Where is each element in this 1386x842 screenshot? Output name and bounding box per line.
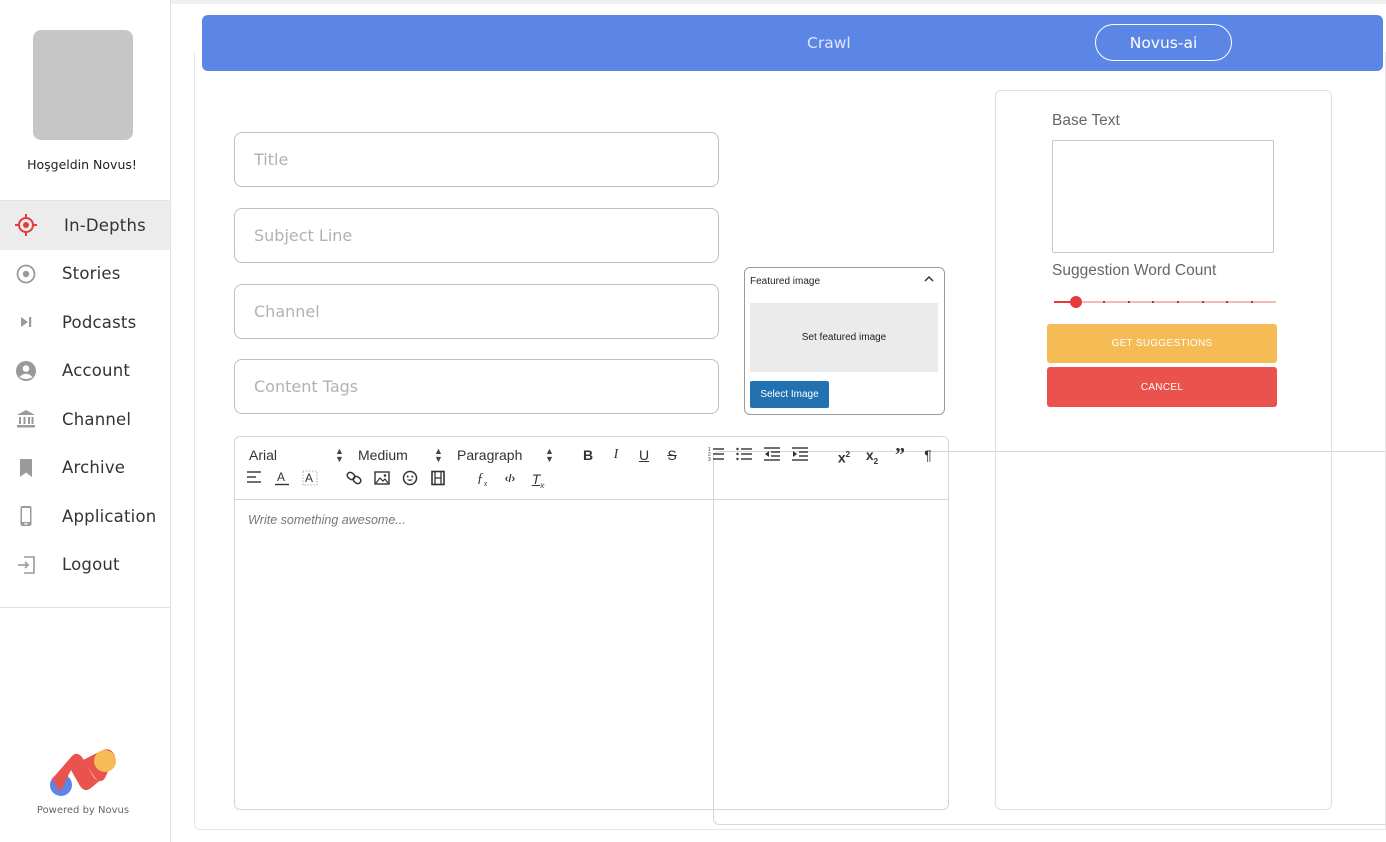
text-direction-icon[interactable]: ¶	[919, 446, 937, 464]
top-header: Editor Crawl Novus-ai	[202, 15, 1386, 825]
svg-text:3: 3	[708, 457, 711, 462]
code-icon[interactable]: ‹/›	[501, 470, 519, 488]
sidebar-item-label: Archive	[62, 458, 126, 478]
sidebar-item-label: Stories	[62, 264, 121, 284]
bank-icon	[15, 408, 37, 430]
editor-placeholder[interactable]: Write something awesome...	[248, 513, 406, 527]
sidebar-item-in-depths[interactable]: In-Depths	[0, 201, 170, 250]
align-icon[interactable]	[245, 470, 263, 488]
font-select[interactable]: Arial	[249, 447, 277, 463]
paragraph-select[interactable]: Paragraph	[457, 447, 522, 463]
subject-line-input[interactable]	[254, 226, 699, 245]
novus-ai-button[interactable]: Novus-ai	[1095, 24, 1232, 61]
app-root: Hoşgeldin Novus! In-Depths Stories Podca…	[0, 0, 1386, 842]
formula-icon[interactable]: ƒx	[473, 470, 491, 488]
link-icon[interactable]	[345, 470, 363, 488]
sidebar-item-stories[interactable]: Stories	[0, 250, 170, 299]
sidebar-item-label: Podcasts	[62, 312, 137, 332]
text-color-icon[interactable]: A	[273, 470, 291, 488]
slider-tick	[1202, 301, 1204, 303]
svg-text:A: A	[277, 470, 285, 484]
phone-icon	[15, 505, 37, 527]
updown-arrow-icon: ▲ ▼	[545, 446, 554, 464]
editor-toolbar: Arial ▲ ▼ Medium ▲ ▼ Paragraph ▲ ▼ B I U S …	[235, 437, 948, 500]
target-icon	[15, 214, 37, 237]
sidebar: Hoşgeldin Novus! In-Depths Stories Podca…	[0, 0, 171, 842]
bold-icon[interactable]: B	[579, 446, 597, 464]
user-circle-icon	[15, 360, 37, 382]
cancel-button[interactable]: CANCEL	[1047, 367, 1277, 407]
sidebar-item-channel[interactable]: Channel	[0, 395, 170, 444]
superscript-icon[interactable]: x2	[835, 446, 853, 466]
word-count-label: Suggestion Word Count	[1052, 262, 1217, 279]
updown-arrow-icon: ▲ ▼	[434, 446, 443, 464]
select-image-button[interactable]: Select Image	[750, 381, 829, 408]
play-next-icon	[15, 311, 37, 333]
emoji-icon[interactable]	[401, 470, 419, 488]
set-featured-image-area[interactable]: Set featured image	[750, 303, 938, 372]
get-suggestions-button[interactable]: GET SUGGESTIONS	[1047, 324, 1277, 363]
sidebar-item-label: Channel	[62, 409, 132, 429]
slider-thumb[interactable]	[1070, 296, 1083, 308]
italic-icon[interactable]: I	[607, 446, 625, 464]
logout-icon	[15, 554, 37, 576]
sidebar-item-logout[interactable]: Logout	[0, 541, 170, 590]
sidebar-item-archive[interactable]: Archive	[0, 444, 170, 493]
chevron-up-icon[interactable]	[924, 274, 934, 287]
subject-line-field	[234, 208, 719, 263]
strikethrough-icon[interactable]: S	[663, 446, 681, 464]
suggestion-panel: Base Text Suggestion Word Count GET SUGG…	[995, 90, 1332, 810]
title-field	[234, 132, 719, 187]
base-text-label: Base Text	[1052, 112, 1120, 129]
slider-tick	[1226, 301, 1228, 303]
sidebar-item-application[interactable]: Application	[0, 492, 170, 541]
radio-circle-icon	[15, 263, 37, 285]
updown-arrow-icon: ▲ ▼	[335, 446, 344, 464]
sidebar-item-account[interactable]: Account	[0, 347, 170, 396]
slider-tick	[1251, 301, 1253, 303]
content-tags-input[interactable]	[254, 377, 699, 396]
slider-tick	[1177, 301, 1179, 303]
size-select[interactable]: Medium	[358, 447, 408, 463]
featured-image-panel: Featured image Set featured image Select…	[744, 267, 945, 415]
slider-tick	[1128, 301, 1130, 303]
sidebar-item-label: Account	[62, 361, 131, 381]
background-color-icon[interactable]: A	[301, 470, 319, 488]
quote-icon[interactable]: ”	[891, 445, 909, 465]
slider-tick	[1103, 301, 1105, 303]
outdent-icon[interactable]	[763, 446, 781, 464]
sidebar-item-label: Application	[62, 506, 157, 526]
sidebar-divider	[0, 607, 170, 608]
ordered-list-icon[interactable]: 123	[707, 446, 725, 464]
underline-icon[interactable]: U	[635, 446, 653, 464]
image-icon[interactable]	[373, 470, 391, 488]
rich-text-editor: Arial ▲ ▼ Medium ▲ ▼ Paragraph ▲ ▼ B I U S …	[234, 436, 949, 810]
avatar[interactable]	[33, 30, 133, 140]
clear-format-icon[interactable]: Tx	[529, 470, 547, 490]
video-icon[interactable]	[429, 470, 447, 488]
powered-by-text: Powered by Novus	[36, 805, 130, 816]
featured-image-title: Featured image	[750, 276, 821, 287]
top-border	[0, 0, 1386, 4]
indent-icon[interactable]	[791, 446, 809, 464]
bookmark-icon	[15, 457, 37, 479]
word-count-slider[interactable]	[1054, 296, 1276, 308]
channel-input[interactable]	[254, 302, 699, 321]
tab-crawl[interactable]: Crawl	[807, 34, 851, 52]
bullet-list-icon[interactable]	[735, 446, 753, 464]
base-text-area[interactable]	[1052, 140, 1274, 253]
channel-field	[234, 284, 719, 339]
subscript-icon[interactable]: x2	[863, 446, 881, 466]
sidebar-item-podcasts[interactable]: Podcasts	[0, 298, 170, 347]
sidebar-item-label: Logout	[62, 555, 120, 575]
title-input[interactable]	[254, 150, 699, 169]
slider-tick	[1152, 301, 1154, 303]
novus-logo-icon	[47, 748, 119, 798]
svg-text:A: A	[305, 471, 313, 485]
welcome-text: Hoşgeldin Novus!	[27, 157, 137, 172]
slider-track	[1054, 301, 1276, 303]
sidebar-nav: In-Depths Stories Podcasts Account Chann…	[0, 201, 170, 589]
sidebar-item-label: In-Depths	[64, 215, 146, 235]
content-tags-field	[234, 359, 719, 414]
